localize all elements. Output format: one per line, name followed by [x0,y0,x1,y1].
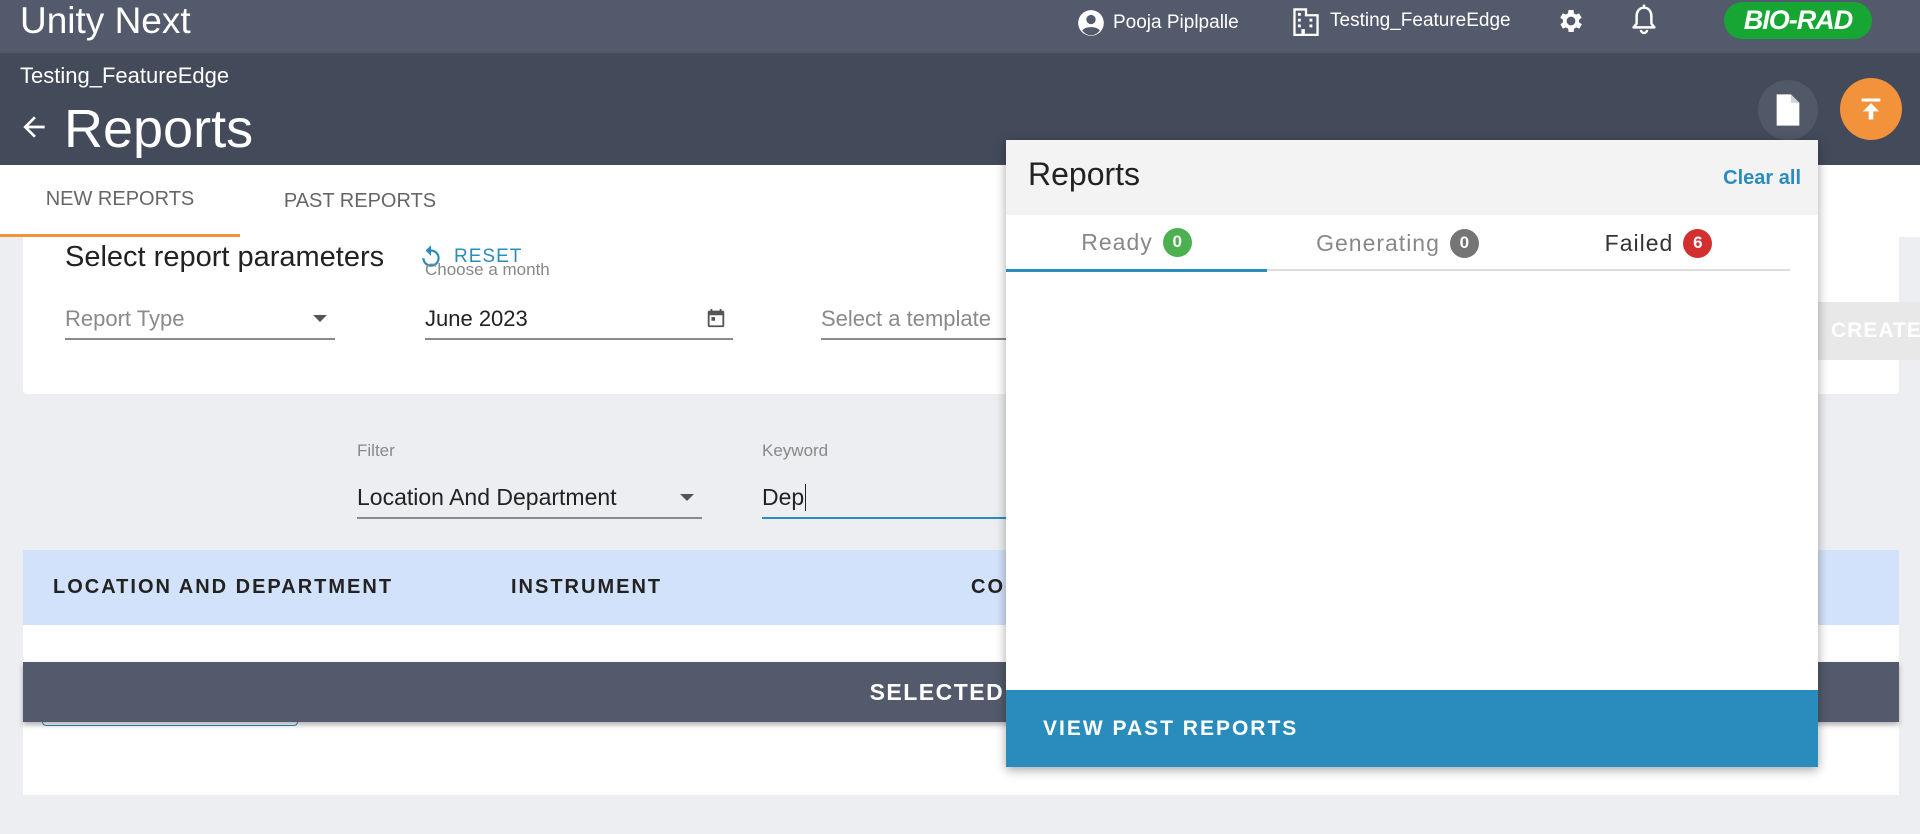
template-placeholder: Select a template [821,306,991,331]
account-circle-icon [1078,10,1104,36]
create-button[interactable]: CREATE [1809,302,1920,360]
report-type-select[interactable]: Report Type [65,295,335,340]
filter-label: Filter [357,441,395,460]
parameters-title: Select report parameters [65,241,385,273]
report-type-placeholder: Report Type [65,306,185,331]
tab-failed[interactable]: Failed 6 [1528,215,1789,271]
popup-title: Reports [1028,156,1141,192]
column-location-department[interactable]: LOCATION AND DEPARTMENT [53,550,393,625]
tab-failed-label: Failed [1604,229,1674,256]
popup-tabs: Ready 0 Generating 0 Failed 6 [1006,215,1790,272]
template-select[interactable]: Select a template [821,295,1011,340]
tab-generating-label: Generating [1316,229,1440,256]
tab-generating[interactable]: Generating 0 [1267,215,1528,271]
app-title: Unity Next [20,0,191,41]
popup-header: Reports Clear all [1006,140,1818,215]
ready-count-badge: 0 [1162,227,1192,257]
lab-name: Testing_FeatureEdge [1330,10,1511,31]
reports-list-button[interactable] [1758,80,1818,140]
bell-icon[interactable] [1629,4,1659,36]
column-third[interactable]: CO [971,550,1005,625]
keyword-value: Dep [762,484,807,511]
building-icon [1293,8,1319,36]
header-lab-name: Testing_FeatureEdge [20,63,230,88]
keyword-label: Keyword [762,441,829,460]
top-bar: Unity Next Pooja Piplpalle Testing_Featu… [0,0,1920,53]
calendar-icon[interactable] [705,307,727,329]
page-title: Reports [64,99,254,159]
upload-icon [1861,98,1881,120]
keyword-input[interactable]: Keyword Dep [762,441,1012,519]
reports-popup: Reports Clear all Ready 0 Generating 0 F… [1006,140,1818,767]
filter-value: Location And Department [357,484,617,510]
upload-button[interactable] [1840,78,1902,140]
lab-selector[interactable]: Testing_FeatureEdge [1292,6,1511,36]
arrow-back-icon[interactable] [18,111,50,143]
tab-past-reports[interactable]: PAST REPORTS [240,165,480,237]
failed-count-badge: 6 [1683,228,1713,258]
tab-ready-label: Ready [1081,228,1153,255]
month-label: Choose a month [425,260,550,279]
view-past-reports-button[interactable]: VIEW PAST REPORTS [1006,690,1818,767]
generating-count-badge: 0 [1449,228,1479,258]
chevron-down-icon [313,315,327,322]
user-name: Pooja Piplpalle [1113,12,1239,33]
chevron-down-icon [680,494,694,501]
user-menu[interactable]: Pooja Piplpalle [1077,8,1239,38]
column-instrument[interactable]: INSTRUMENT [511,550,662,625]
gear-icon[interactable] [1556,6,1586,36]
clear-all-link[interactable]: Clear all [1723,167,1801,190]
tab-new-reports[interactable]: NEW REPORTS [0,165,240,237]
document-icon [1776,94,1800,126]
filter-select[interactable]: Filter Location And Department [357,441,702,519]
tab-ready[interactable]: Ready 0 [1006,215,1267,272]
month-value: June 2023 [425,306,528,331]
month-picker[interactable]: Choose a month June 2023 [425,260,733,340]
bio-rad-logo: BIO-RAD [1724,2,1872,39]
